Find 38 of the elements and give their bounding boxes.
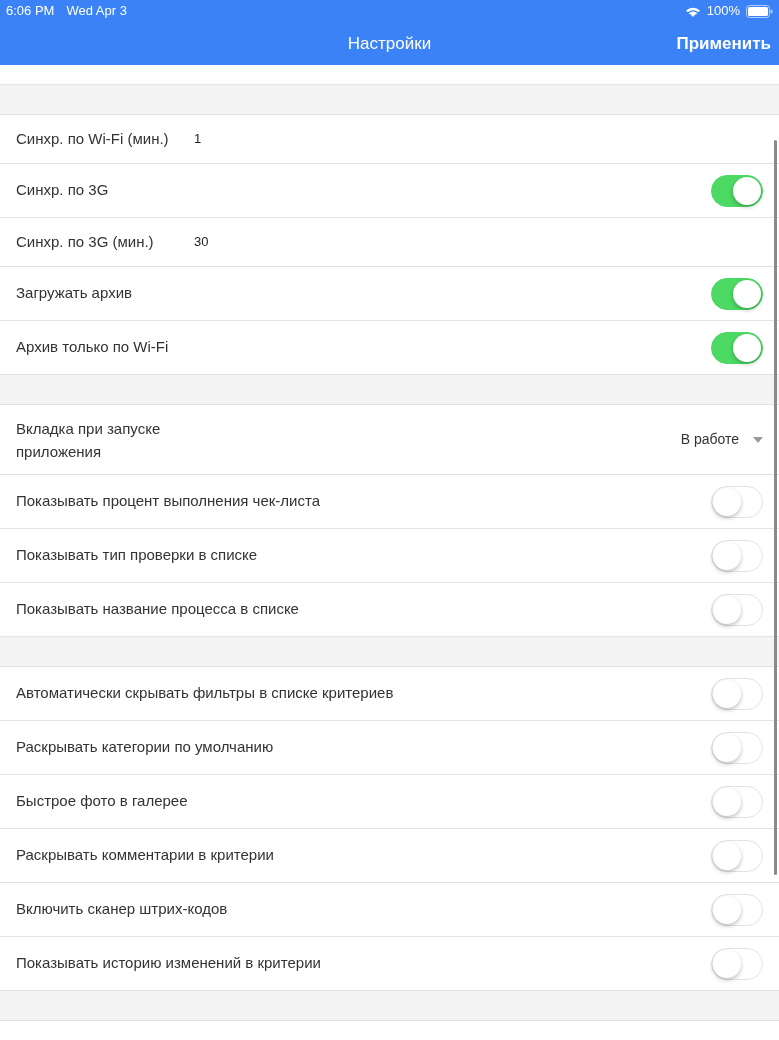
setting-label: Показывать название процесса в списке	[16, 599, 299, 620]
battery-icon	[746, 4, 773, 18]
toggle-switch[interactable]	[711, 893, 763, 926]
setting-label: Быстрое фото в галерее	[16, 791, 188, 812]
toggle-switch[interactable]	[711, 174, 763, 207]
apply-button[interactable]: Применить	[676, 31, 771, 57]
toggle-switch[interactable]	[711, 593, 763, 626]
nav-title: Настройки	[347, 32, 432, 55]
setting-label: Автоматически скрывать фильтры в списке критериев	[16, 683, 394, 704]
toggle-switch[interactable]	[711, 331, 763, 364]
toggle-switch[interactable]	[711, 839, 763, 872]
tab-dropdown[interactable]: В работе	[680, 429, 763, 450]
number-field[interactable]: 1	[194, 129, 224, 149]
setting-label: Показывать тип проверки в списке	[16, 545, 258, 566]
toggle-switch[interactable]	[711, 277, 763, 310]
status-date: Wed Apr 3	[66, 2, 127, 21]
wifi-icon	[684, 5, 701, 17]
toggle-switch[interactable]	[711, 731, 763, 764]
toggle-switch[interactable]	[711, 485, 763, 518]
caret-icon	[753, 436, 763, 443]
setting-label: Синхр. по Wi-Fi (мин.)	[16, 128, 170, 149]
toggle-switch[interactable]	[711, 947, 763, 980]
battery-percent: 100%	[706, 2, 740, 21]
setting-label: Раскрывать комментарии в критерии	[16, 845, 274, 866]
setting-label: Загружать архив	[16, 283, 132, 304]
status-time: 6:06 PM	[6, 2, 55, 21]
toggle-switch[interactable]	[711, 539, 763, 572]
setting-label: Синхр. по 3G	[16, 180, 109, 201]
number-field[interactable]: 30	[194, 232, 224, 252]
toggle-switch[interactable]	[711, 785, 763, 818]
toggle-switch[interactable]	[711, 677, 763, 710]
setting-label: Раскрывать категории по умолчанию	[16, 737, 274, 758]
setting-label: Архив только по Wi-Fi	[16, 337, 169, 358]
setting-label: Синхр. по 3G (мин.)	[16, 231, 155, 252]
setting-label: Показывать процент выполнения чек-листа	[16, 491, 320, 512]
setting-label: Включить сканер штрих-кодов	[16, 899, 228, 920]
setting-label: Показывать историю изменений в критерии	[16, 953, 321, 974]
setting-label: Вкладка при запуске приложения	[16, 418, 162, 462]
